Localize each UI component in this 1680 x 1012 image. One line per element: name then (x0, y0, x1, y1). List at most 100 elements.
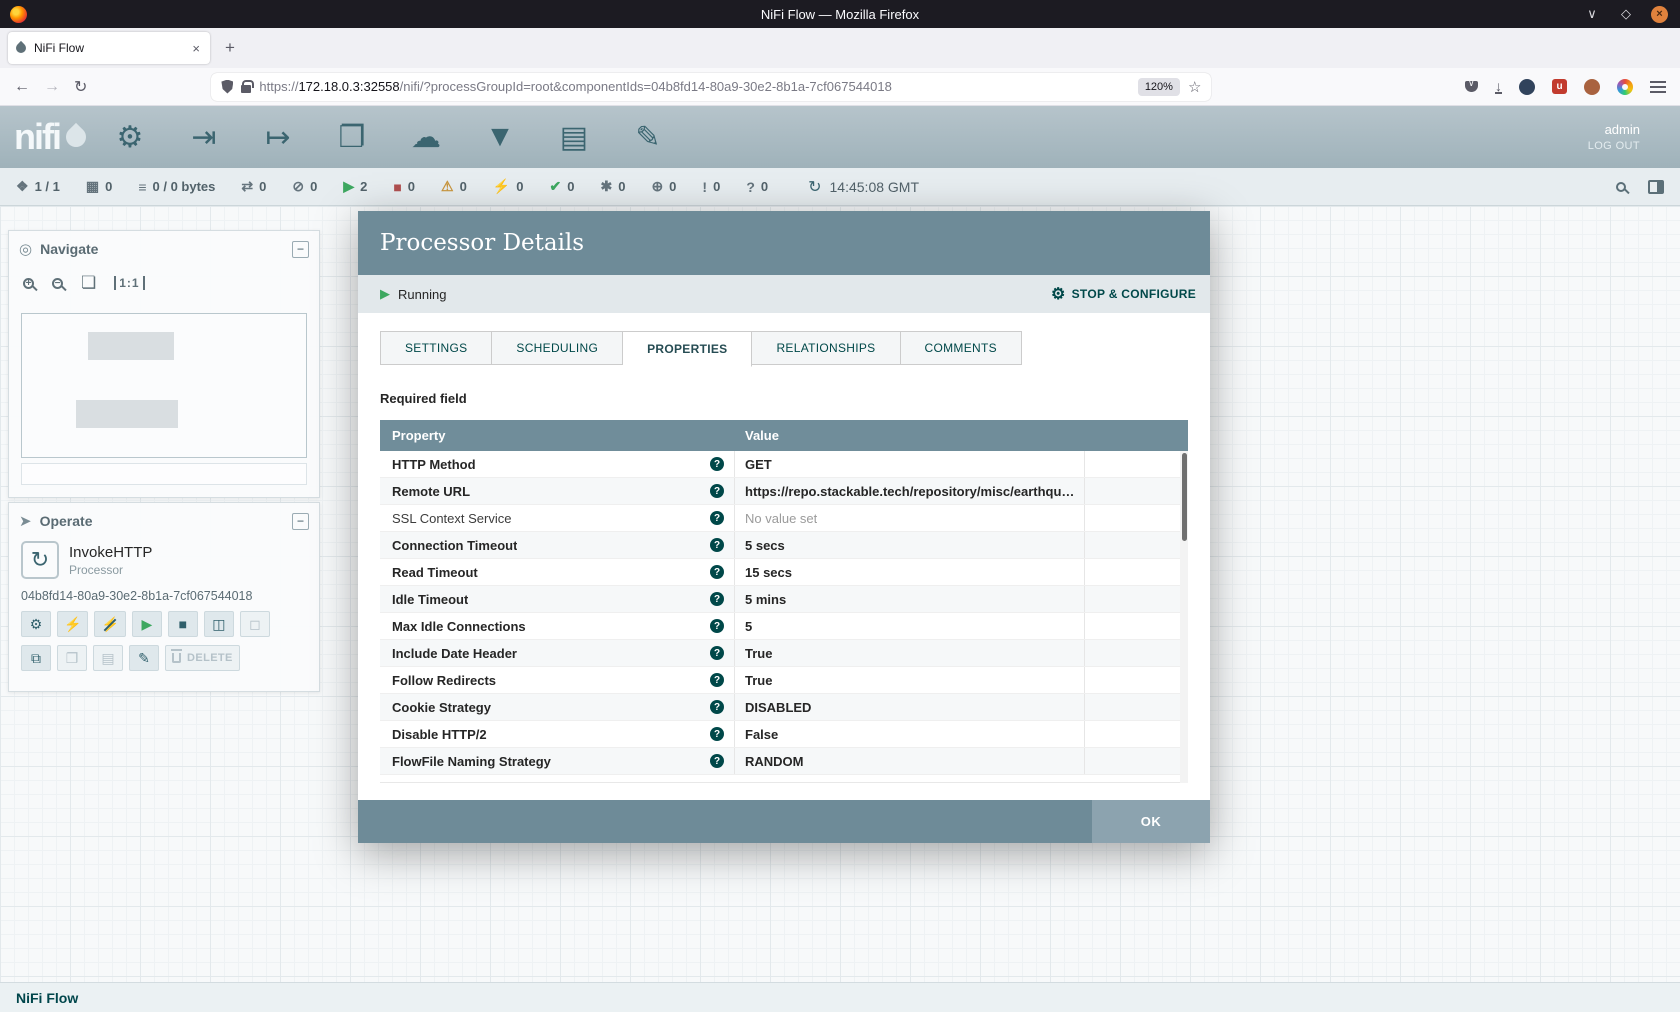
bookmark-star-icon[interactable]: ☆ (1188, 78, 1201, 96)
enable-button[interactable]: ⚡ (57, 611, 88, 637)
reload-icon[interactable]: ↻ (74, 77, 87, 97)
property-value-cell[interactable]: https://repo.stackable.tech/repository/m… (735, 478, 1085, 504)
scrollbar-thumb[interactable] (1182, 453, 1187, 541)
logout-link[interactable]: LOG OUT (1588, 140, 1640, 152)
breadcrumb[interactable]: NiFi Flow (16, 990, 78, 1006)
browser-menu-icon[interactable] (1650, 81, 1666, 93)
process-group-icon[interactable]: ❐ (330, 120, 374, 155)
close-icon[interactable]: × (1651, 6, 1668, 23)
property-row[interactable]: Max Idle Connections?5 (380, 613, 1188, 640)
property-row[interactable]: Idle Timeout?5 mins (380, 586, 1188, 613)
ungroup-button[interactable]: ◻ (240, 611, 270, 637)
table-scrollbar[interactable] (1180, 451, 1188, 783)
start-button[interactable]: ▶ (132, 611, 162, 637)
template-icon[interactable]: ▤ (552, 120, 596, 155)
help-icon[interactable]: ? (710, 511, 724, 525)
tab-settings[interactable]: SETTINGS (380, 331, 492, 365)
help-icon[interactable]: ? (710, 484, 724, 498)
maximize-icon[interactable]: ◇ (1617, 6, 1635, 22)
configure-button[interactable]: ⚙ (21, 611, 51, 637)
zoom-out-icon[interactable]: − (52, 278, 63, 289)
color-button[interactable]: ✎ (129, 645, 159, 671)
zoom-in-icon[interactable]: + (23, 278, 34, 289)
property-value-cell[interactable]: 5 (735, 613, 1085, 639)
remote-process-group-icon[interactable]: ☁ (404, 120, 448, 155)
search-icon[interactable] (1616, 182, 1626, 192)
property-row[interactable]: FlowFile Naming Strategy?RANDOM (380, 748, 1188, 775)
help-icon[interactable]: ? (710, 565, 724, 579)
property-row[interactable]: Remote URL?https://repo.stackable.tech/r… (380, 478, 1188, 505)
property-value-cell[interactable]: 15 secs (735, 559, 1085, 585)
tab-properties[interactable]: PROPERTIES (623, 331, 752, 367)
extension-avatar-icon[interactable] (1519, 79, 1535, 95)
delete-button[interactable]: DELETE (165, 645, 240, 671)
property-row[interactable]: HTTP Method?GET (380, 451, 1188, 478)
property-value-cell[interactable]: GET (735, 451, 1085, 477)
output-port-icon[interactable]: ↦ (256, 120, 300, 155)
ublock-icon[interactable]: u (1552, 79, 1567, 94)
property-value-cell[interactable]: 5 mins (735, 586, 1085, 612)
property-row[interactable]: SSL Context Service?No value set (380, 505, 1188, 532)
refresh-icon[interactable]: ↻ (808, 177, 821, 197)
property-value-cell[interactable]: False (735, 721, 1085, 747)
pocket-icon[interactable] (1465, 81, 1478, 92)
help-icon[interactable]: ? (710, 592, 724, 606)
downloads-icon[interactable]: ↓ (1495, 80, 1502, 94)
help-icon[interactable]: ? (710, 673, 724, 687)
back-icon[interactable]: ← (14, 78, 30, 96)
ok-button[interactable]: OK (1092, 800, 1210, 843)
property-value-cell[interactable]: No value set (735, 505, 1085, 531)
input-port-icon[interactable]: ⇥ (182, 120, 226, 155)
template-button[interactable]: ▤ (93, 645, 123, 671)
navigate-collapse-button[interactable]: − (292, 241, 309, 258)
disable-button[interactable]: ⚡ (94, 611, 125, 637)
zoom-actual-icon[interactable]: 1:1 (114, 276, 144, 290)
tab-close-icon[interactable]: × (190, 41, 202, 56)
minimize-icon[interactable]: ∨ (1583, 6, 1601, 22)
browser-tab[interactable]: NiFi Flow × (8, 32, 210, 64)
property-row[interactable]: Include Date Header?True (380, 640, 1188, 667)
url-input[interactable]: https://172.18.0.3:32558/nifi/?processGr… (211, 73, 1211, 101)
property-row[interactable]: Read Timeout?15 secs (380, 559, 1188, 586)
zoom-level-badge[interactable]: 120% (1138, 78, 1180, 96)
forward-icon[interactable]: → (44, 78, 60, 96)
copy-button[interactable]: ⧉ (21, 645, 51, 671)
tab-scheduling[interactable]: SCHEDULING (492, 331, 623, 365)
lock-icon[interactable] (241, 85, 251, 93)
tracking-shield-icon[interactable] (221, 80, 233, 94)
paste-button[interactable]: ❐ (57, 645, 87, 671)
property-row[interactable]: Connection Timeout?5 secs (380, 532, 1188, 559)
property-value-cell[interactable]: 5 secs (735, 532, 1085, 558)
group-button[interactable]: ◫ (204, 611, 234, 637)
property-value-cell[interactable]: RANDOM (735, 748, 1085, 774)
nifi-logo-text: nifi (14, 116, 60, 158)
sidebar-toggle-icon[interactable] (1648, 180, 1664, 194)
stop-and-configure-button[interactable]: ⚙ STOP & CONFIGURE (1051, 284, 1196, 304)
property-value-cell[interactable]: True (735, 667, 1085, 693)
tab-relationships[interactable]: RELATIONSHIPS (752, 331, 900, 365)
processor-icon[interactable]: ⚙ (108, 120, 152, 155)
operate-collapse-button[interactable]: − (292, 513, 309, 530)
property-row[interactable]: Follow Redirects?True (380, 667, 1188, 694)
help-icon[interactable]: ? (710, 619, 724, 633)
help-icon[interactable]: ? (710, 457, 724, 471)
property-value-cell[interactable]: DISABLED (735, 694, 1085, 720)
stop-button[interactable]: ■ (168, 611, 198, 637)
new-tab-button[interactable]: + (216, 34, 244, 62)
help-icon[interactable]: ? (710, 538, 724, 552)
funnel-icon[interactable]: ▼ (478, 120, 522, 154)
tab-comments[interactable]: COMMENTS (901, 331, 1022, 365)
help-icon[interactable]: ? (710, 700, 724, 714)
label-icon[interactable]: ✎ (626, 120, 670, 155)
account-avatar[interactable] (1584, 79, 1600, 95)
window-titlebar: NiFi Flow — Mozilla Firefox ∨ ◇ × (0, 0, 1680, 28)
property-value-cell[interactable]: True (735, 640, 1085, 666)
property-row[interactable]: Disable HTTP/2?False (380, 721, 1188, 748)
zoom-fit-icon[interactable]: ❏ (81, 273, 96, 293)
birdseye-minimap[interactable] (21, 313, 307, 458)
help-icon[interactable]: ? (710, 727, 724, 741)
help-icon[interactable]: ? (710, 754, 724, 768)
property-row[interactable]: Cookie Strategy?DISABLED (380, 694, 1188, 721)
extension-pinwheel-icon[interactable] (1617, 79, 1633, 95)
help-icon[interactable]: ? (710, 646, 724, 660)
